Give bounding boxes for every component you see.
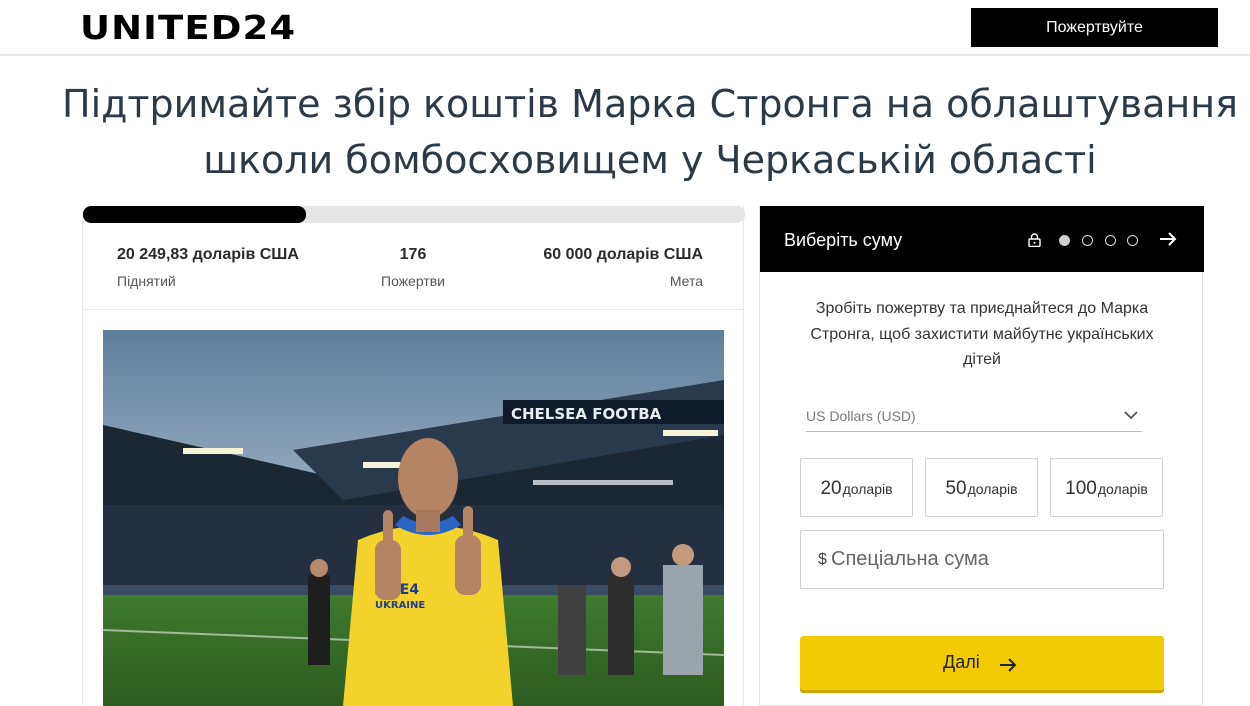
- amount-value: 100: [1065, 478, 1097, 499]
- step-dot-1: [1059, 235, 1070, 246]
- raised-amount: 20 249,83 доларів США: [117, 246, 299, 263]
- amount-option-20[interactable]: 20 доларів: [800, 458, 913, 517]
- step-dot-2: [1082, 235, 1093, 246]
- custom-amount-input[interactable]: $ Спеціальна сума: [800, 530, 1164, 589]
- stadium-sign: CHELSEA FOOTBA: [511, 405, 662, 423]
- amount-option-100[interactable]: 100 доларів: [1050, 458, 1163, 517]
- top-bar: UNITED24 Пожертвуйте: [0, 0, 1250, 56]
- panel-description: Зробіть пожертву та приєднайтеся до Марк…: [810, 300, 1154, 368]
- currency-select[interactable]: US Dollars (USD): [806, 404, 1142, 432]
- arrow-right-icon[interactable]: [1158, 229, 1178, 249]
- donations-count: 176: [399, 246, 427, 263]
- amount-value: 50: [945, 478, 967, 499]
- amount-unit: доларів: [1097, 481, 1148, 497]
- arrow-right-icon: [1000, 658, 1017, 672]
- amount-unit: доларів: [842, 481, 893, 497]
- donations-label: Пожертви: [381, 273, 445, 289]
- donate-button[interactable]: Пожертвуйте: [971, 8, 1218, 47]
- photo-frame: CHELSEA FOOTBA AME4 UKRAINE: [82, 310, 744, 706]
- progress-bar: [83, 206, 745, 223]
- raised-label: Піднятий: [117, 273, 176, 289]
- dollar-sign: $: [818, 551, 827, 568]
- amount-option-50[interactable]: 50 доларів: [925, 458, 1038, 517]
- progress-fill: [83, 206, 307, 223]
- stat-raised: 20 249,83 доларів США Піднятий: [117, 246, 299, 289]
- next-button[interactable]: Далі: [800, 636, 1164, 690]
- page-title: Підтримайте збір коштів Марка Стронга на…: [62, 82, 1238, 182]
- next-label: Далі: [943, 652, 980, 672]
- panel-title: Виберіть суму: [784, 230, 903, 250]
- amount-value: 20: [820, 478, 842, 499]
- panel-header: Виберіть суму: [760, 206, 1204, 272]
- lock-icon: [1028, 233, 1041, 247]
- stat-donations: 176 Пожертви: [363, 246, 463, 289]
- goal-amount: 60 000 доларів США: [543, 246, 703, 263]
- currency-value: US Dollars (USD): [806, 408, 916, 424]
- goal-label: Мета: [669, 273, 703, 289]
- campaign-photo: CHELSEA FOOTBA AME4 UKRAINE: [103, 330, 724, 706]
- united24-logo[interactable]: UNITED24: [80, 10, 296, 46]
- stat-goal: 60 000 доларів США Мета: [543, 246, 703, 289]
- step-dot-3: [1105, 235, 1116, 246]
- donation-panel: Виберіть суму Зробіть пожертву та приєдн…: [759, 206, 1204, 706]
- fundraising-stats: 20 249,83 доларів США Піднятий 176 Пожер…: [82, 206, 745, 310]
- amount-unit: доларів: [967, 481, 1018, 497]
- custom-amount-placeholder: Спеціальна сума: [831, 548, 989, 570]
- shirt-text-2: UKRAINE: [375, 600, 425, 611]
- chevron-down-icon: [1124, 411, 1138, 420]
- step-dot-4: [1127, 235, 1138, 246]
